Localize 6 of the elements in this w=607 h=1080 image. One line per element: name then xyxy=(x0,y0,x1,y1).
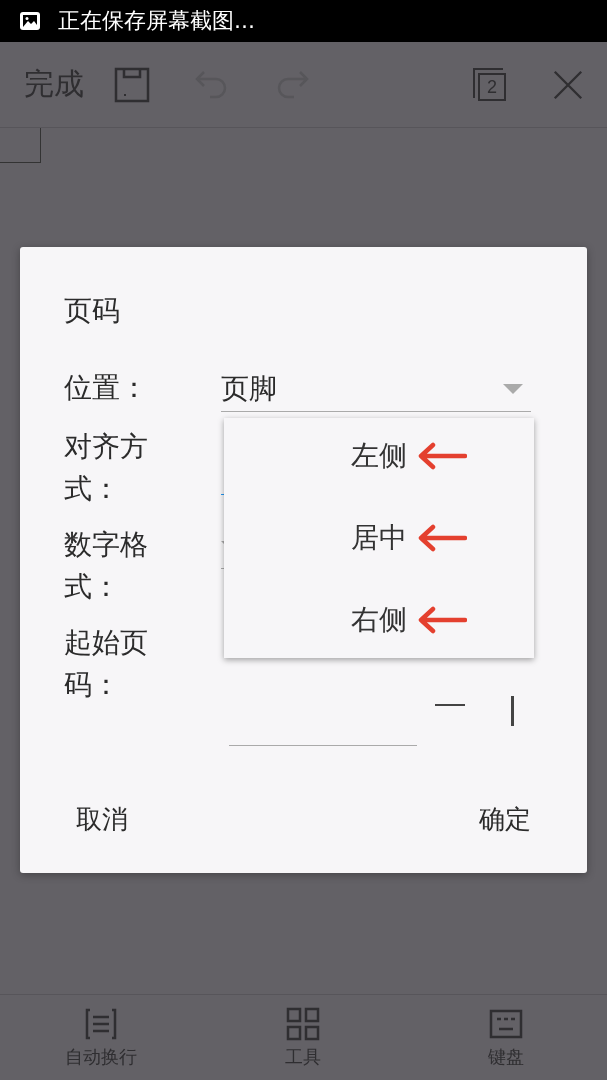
dialog-title: 页码 xyxy=(64,293,121,329)
field-label: 数字格式： xyxy=(64,527,149,605)
field-label: 起始页码： xyxy=(64,625,149,703)
field-label: 位置： xyxy=(64,370,149,406)
field-label: 对齐方式： xyxy=(64,429,149,507)
notification-text: 正在保存屏幕截图... xyxy=(58,7,255,35)
